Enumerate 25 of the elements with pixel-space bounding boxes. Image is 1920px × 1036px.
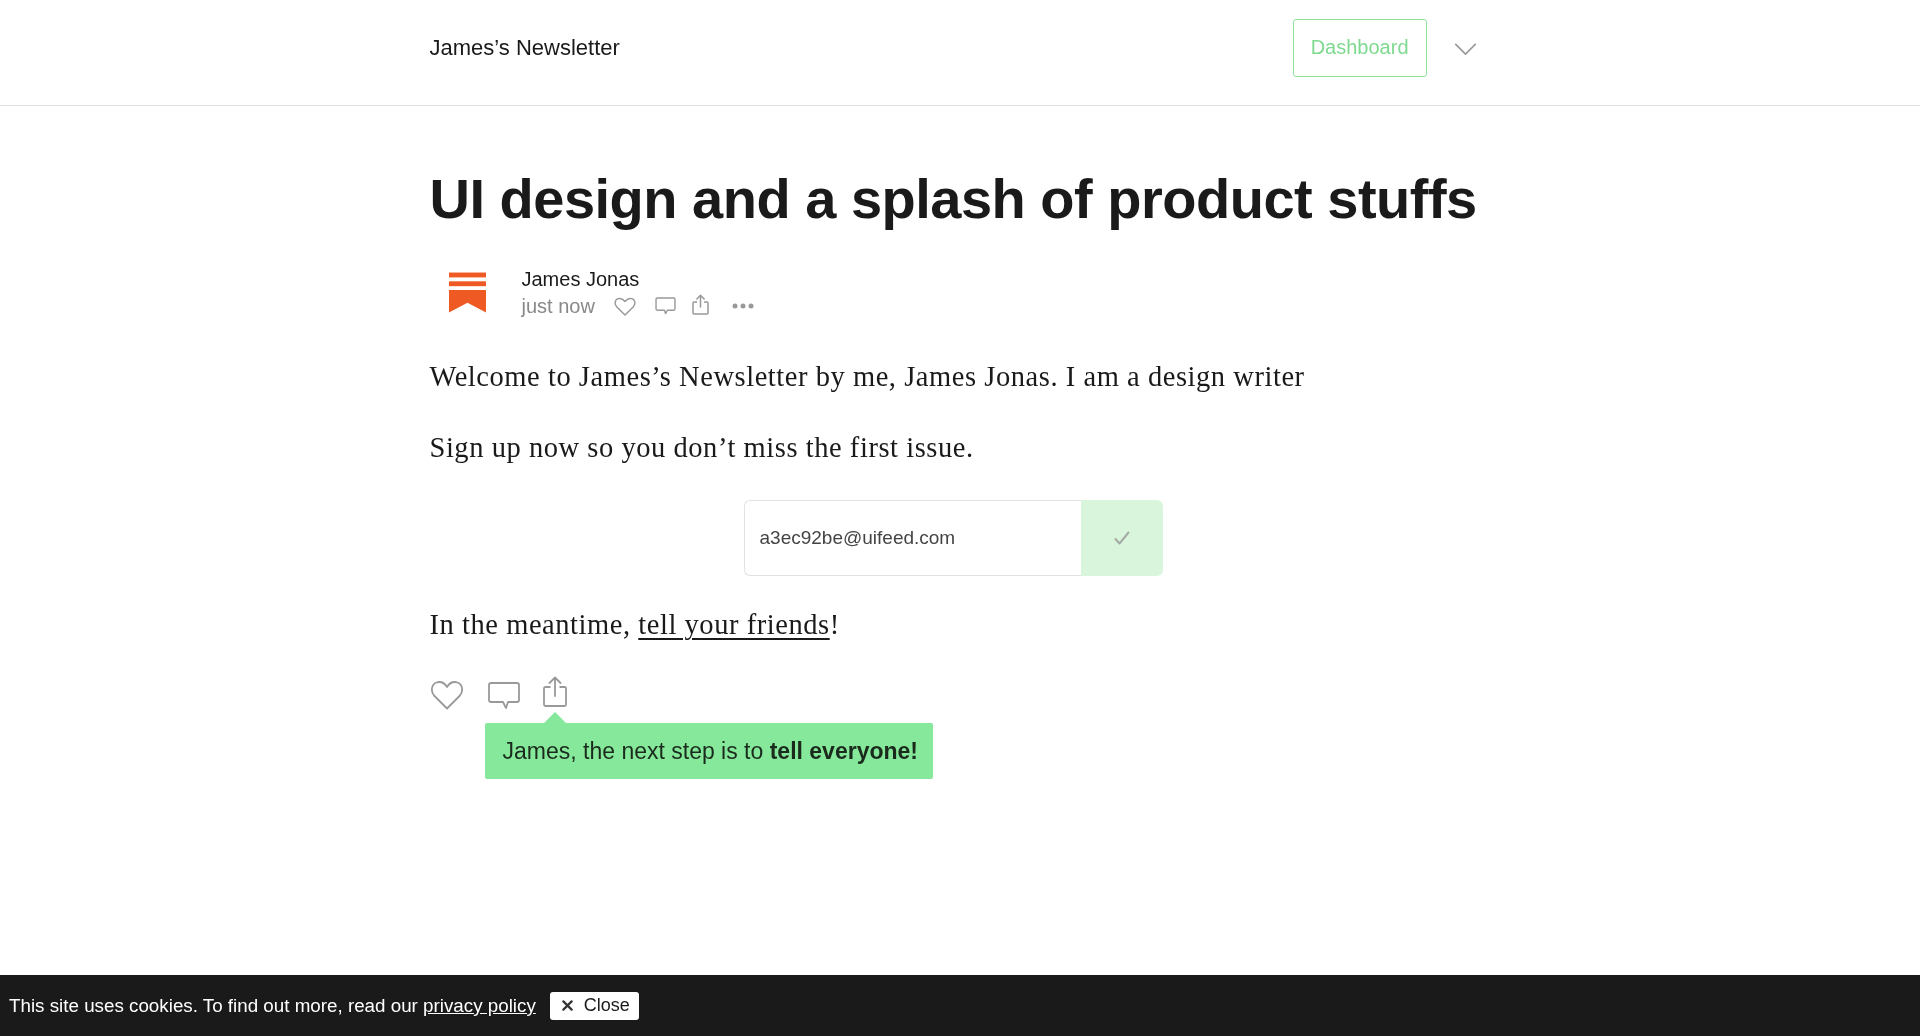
check-icon — [1113, 531, 1130, 545]
email-field[interactable]: a3ec92be@uifeed.com — [743, 500, 1081, 576]
paragraph: Welcome to James’s Newsletter by me, James Jonas. I am a design writer — [429, 360, 1305, 394]
author-name[interactable]: James Jonas — [521, 266, 754, 292]
paragraph: Sign up now so you don’t miss the first issue. — [429, 431, 974, 465]
more-icon[interactable] — [731, 303, 754, 309]
share-icon[interactable] — [691, 293, 709, 315]
chevron-down-icon[interactable] — [1453, 43, 1477, 56]
share-icon[interactable] — [542, 676, 567, 707]
cookie-notice: This site uses cookies. To find out more, read our privacy policy — [9, 994, 536, 1017]
heart-icon[interactable] — [429, 680, 464, 710]
comment-icon[interactable] — [487, 682, 520, 710]
tooltip-pointer-icon — [543, 712, 566, 723]
privacy-policy-link[interactable]: privacy policy — [423, 994, 536, 1016]
site-title[interactable]: James’s Newsletter — [429, 34, 620, 61]
paragraph: In the meantime, tell your friends! — [429, 608, 840, 642]
comment-icon[interactable] — [654, 297, 676, 315]
close-button[interactable]: Close — [549, 991, 639, 1020]
post-title: UI design and a splash of product stuffs — [429, 166, 1477, 232]
share-link[interactable]: tell your friends — [638, 609, 830, 640]
heart-icon[interactable] — [613, 296, 636, 316]
logo-icon[interactable] — [448, 272, 486, 313]
tooltip: James, the next step is to tell everyone! — [484, 723, 933, 779]
close-icon — [561, 1000, 573, 1011]
post-time: just now — [521, 294, 595, 318]
